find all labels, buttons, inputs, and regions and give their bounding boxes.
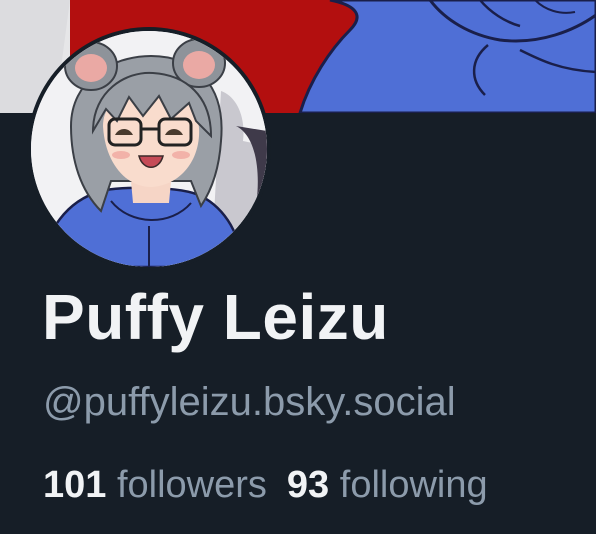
display-name: Puffy Leizu bbox=[42, 281, 389, 353]
following-link[interactable]: 93 following bbox=[287, 464, 488, 507]
followers-count: 101 bbox=[43, 464, 107, 506]
user-handle: @puffyleizu.bsky.social bbox=[43, 380, 456, 424]
avatar[interactable] bbox=[27, 27, 271, 271]
following-label: following bbox=[339, 464, 488, 506]
profile-stats: 101 followers 93 following bbox=[43, 464, 508, 507]
avatar-image bbox=[31, 31, 267, 267]
followers-link[interactable]: 101 followers bbox=[43, 464, 267, 507]
following-count: 93 bbox=[286, 464, 330, 506]
followers-label: followers bbox=[116, 464, 267, 506]
